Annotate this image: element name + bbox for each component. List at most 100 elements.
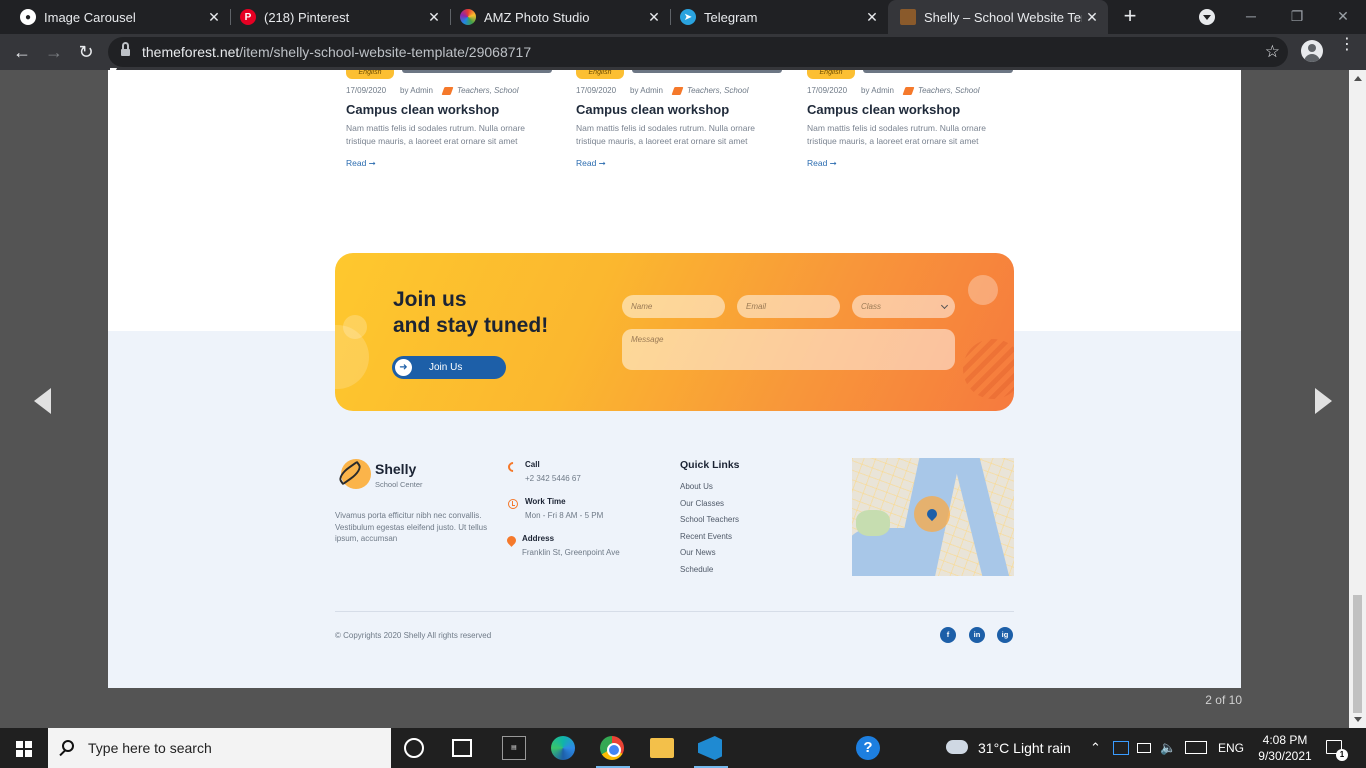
weather-cloud-icon[interactable] <box>946 740 968 754</box>
post-image <box>632 70 782 73</box>
post-meta: 17/09/2020 by Admin Teachers, School <box>576 86 748 95</box>
read-more-link[interactable]: Read ➞ <box>346 158 376 169</box>
close-window-icon[interactable]: ✕ <box>1320 0 1366 34</box>
quick-link-recent-events[interactable]: Recent Events <box>680 532 732 541</box>
next-image-arrow[interactable] <box>1315 388 1332 414</box>
new-tab-button[interactable]: + <box>1118 4 1142 28</box>
language-indicator[interactable]: ENG <box>1218 741 1244 755</box>
edge-icon[interactable] <box>551 736 575 760</box>
chrome-icon[interactable] <box>600 736 624 760</box>
class-select[interactable]: Class <box>852 295 955 318</box>
close-icon[interactable]: ✕ <box>862 9 882 26</box>
newsletter-banner: Join us and stay tuned! ➜ Join Us Name Em… <box>335 253 1014 411</box>
notification-icon[interactable] <box>1326 740 1348 761</box>
mouse-cursor-icon <box>110 68 122 82</box>
previous-image-arrow[interactable] <box>34 388 51 414</box>
pinterest-icon: P <box>240 9 256 25</box>
tab-search-icon[interactable] <box>1199 9 1215 25</box>
message-field[interactable]: Message <box>622 329 955 370</box>
post-title: Campus clean workshop <box>807 102 961 117</box>
copyright-text: © Copyrights 2020 Shelly All rights rese… <box>335 631 492 640</box>
work-time-value: Mon - Fri 8 AM - 5 PM <box>525 511 604 520</box>
post-tags: Teachers, School <box>917 86 980 95</box>
weather-text[interactable]: 31°C Light rain <box>978 740 1071 756</box>
post-title: Campus clean workshop <box>346 102 500 117</box>
close-icon[interactable]: ✕ <box>1082 9 1102 26</box>
scrollbar-thumb[interactable] <box>1353 595 1362 713</box>
taskbar-search-box[interactable]: Type here to search <box>48 728 391 768</box>
volume-icon[interactable]: 🔈 <box>1160 740 1176 756</box>
address-label: Address <box>522 534 555 543</box>
image-counter: 2 of 10 <box>1205 693 1242 707</box>
post-date: 17/09/2020 <box>576 86 617 95</box>
battery-icon[interactable] <box>1137 743 1151 753</box>
clock-time: 4:08 PM <box>1262 733 1308 747</box>
quick-link-schedule[interactable]: Schedule <box>680 565 713 574</box>
quick-link-our-news[interactable]: Our News <box>680 548 716 557</box>
tag-icon <box>671 86 684 95</box>
post-title: Campus clean workshop <box>576 102 730 117</box>
post-author: by Admin <box>861 86 894 95</box>
address-bar[interactable]: themeforest.net/item/shelly-school-websi… <box>108 37 1288 67</box>
tab-title: Telegram <box>704 9 758 25</box>
quick-link-school-teachers[interactable]: School Teachers <box>680 515 739 524</box>
tab-shelly-template[interactable]: Shelly – School Website Temp ✕ <box>888 0 1108 34</box>
vscode-icon[interactable] <box>698 736 722 760</box>
page-viewport: English 17/09/2020 by Admin Teachers, Sc… <box>0 70 1366 728</box>
tag-icon <box>441 86 454 95</box>
github-icon: ● <box>20 9 36 25</box>
vertical-scrollbar[interactable] <box>1349 70 1366 728</box>
shelly-logo-icon[interactable] <box>335 459 372 491</box>
facebook-icon[interactable]: f <box>940 627 956 643</box>
decorative-circle <box>343 315 367 339</box>
tray-app-icon[interactable] <box>1113 741 1129 755</box>
footer-divider <box>335 611 1014 612</box>
chevron-up-icon[interactable]: ⌃ <box>1090 740 1101 756</box>
tab-pinterest[interactable]: P (218) Pinterest ✕ <box>220 0 450 34</box>
quick-link-about-us[interactable]: About Us <box>680 482 713 491</box>
read-more-link[interactable]: Read ➞ <box>576 158 606 169</box>
linkedin-icon[interactable]: in <box>969 627 985 643</box>
read-more-link[interactable]: Read ➞ <box>807 158 837 169</box>
profile-avatar-icon[interactable] <box>1301 40 1323 62</box>
email-field[interactable]: Email <box>737 295 840 318</box>
instagram-icon[interactable]: ig <box>997 627 1013 643</box>
keyboard-icon[interactable] <box>1185 741 1207 754</box>
post-excerpt: Nam mattis felis id sodales rutrum. Null… <box>346 123 526 146</box>
taskbar-clock[interactable]: 4:08 PM 9/30/2021 <box>1256 732 1314 764</box>
arrow-right-icon: ➜ <box>395 359 412 376</box>
location-map[interactable] <box>852 458 1014 576</box>
footer-brand: Shelly <box>375 461 417 477</box>
post-date: 17/09/2020 <box>807 86 848 95</box>
url-text[interactable]: themeforest.net/item/shelly-school-websi… <box>142 44 531 60</box>
task-view-icon[interactable] <box>452 739 472 757</box>
minimize-icon[interactable]: ─ <box>1228 0 1274 34</box>
app-icon[interactable]: ▤ <box>502 736 526 760</box>
tab-telegram[interactable]: ➤ Telegram ✕ <box>660 0 888 34</box>
cortana-icon[interactable] <box>404 738 424 758</box>
windows-start-icon[interactable] <box>16 741 32 757</box>
join-us-button[interactable]: ➜ Join Us <box>392 356 506 379</box>
restore-icon[interactable]: ❐ <box>1274 0 1320 34</box>
help-icon[interactable]: ? <box>856 736 880 760</box>
forward-icon[interactable]: → <box>42 40 66 64</box>
menu-icon[interactable]: ⋮ <box>1339 37 1355 53</box>
windows-taskbar: Type here to search ▤ ? 31°C Light rain … <box>0 728 1366 768</box>
scroll-down-icon[interactable] <box>1354 717 1362 722</box>
reload-icon[interactable]: ↻ <box>74 40 98 64</box>
post-category-chip: English <box>807 70 855 79</box>
clock-icon <box>508 499 518 509</box>
call-label: Call <box>525 460 540 469</box>
back-icon[interactable]: ← <box>10 40 34 64</box>
quick-link-our-classes[interactable]: Our Classes <box>680 499 724 508</box>
bookmark-star-icon[interactable]: ☆ <box>1265 42 1280 62</box>
tab-image-carousel[interactable]: ● Image Carousel ✕ <box>0 0 230 34</box>
tab-title: Image Carousel <box>44 9 136 25</box>
file-explorer-icon[interactable] <box>650 738 674 758</box>
scroll-up-icon[interactable] <box>1354 76 1362 81</box>
tab-title: Shelly – School Website Temp <box>924 9 1082 25</box>
tab-amz-photo-studio[interactable]: AMZ Photo Studio ✕ <box>440 0 670 34</box>
name-field[interactable]: Name <box>622 295 725 318</box>
telegram-icon: ➤ <box>680 9 696 25</box>
lock-icon[interactable] <box>121 42 130 57</box>
